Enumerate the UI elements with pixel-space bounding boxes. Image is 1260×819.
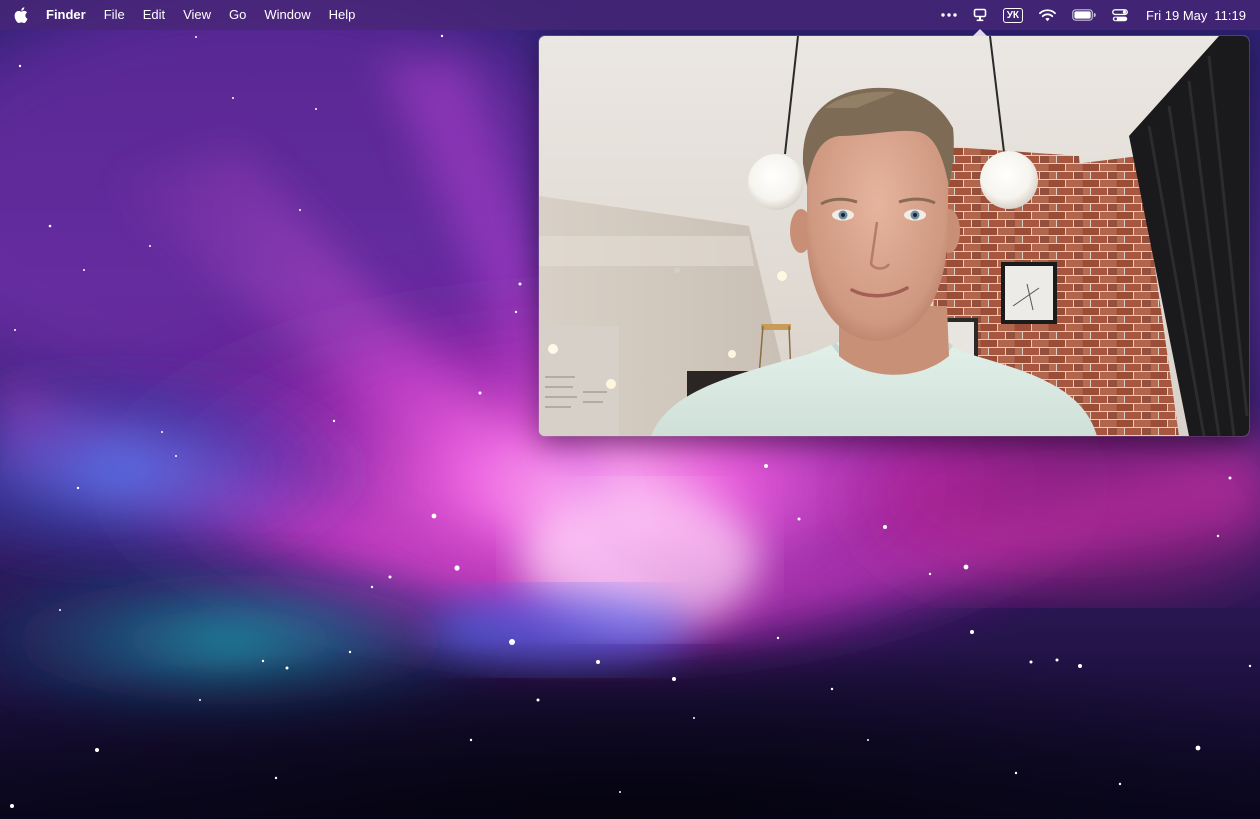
desktop: Finder File Edit View Go Window Help УК … [0, 0, 1260, 819]
webcam-feed-image [539, 36, 1249, 436]
clock-time: 11:19 [1214, 7, 1246, 23]
apple-logo-icon[interactable] [12, 6, 30, 24]
clock-date: Fri 19 May [1146, 7, 1208, 23]
menu-view[interactable]: View [174, 0, 220, 30]
control-center-icon[interactable] [1112, 0, 1128, 30]
menu-go[interactable]: Go [220, 0, 255, 30]
menu-bar-status-area: УК Fri 19 May 11:19 [925, 0, 1246, 36]
menu-app-name[interactable]: Finder [44, 0, 95, 30]
camera-preview-icon[interactable] [972, 0, 987, 36]
menu-file[interactable]: File [95, 0, 134, 30]
input-source-label: УК [1002, 7, 1024, 23]
battery-icon[interactable] [1072, 0, 1096, 30]
input-source-indicator[interactable]: УК [1002, 0, 1024, 30]
wifi-icon[interactable] [1039, 0, 1056, 30]
menu-bar-left: Finder File Edit View Go Window Help [0, 0, 364, 30]
menu-window[interactable]: Window [255, 0, 319, 30]
menu-help[interactable]: Help [320, 0, 365, 30]
menu-bar-clock[interactable]: Fri 19 May 11:19 [1146, 8, 1246, 23]
camera-preview-window[interactable] [539, 36, 1249, 436]
menu-bar: Finder File Edit View Go Window Help УК … [0, 0, 1260, 36]
menu-edit[interactable]: Edit [134, 0, 174, 30]
more-dots-icon[interactable] [940, 0, 957, 30]
